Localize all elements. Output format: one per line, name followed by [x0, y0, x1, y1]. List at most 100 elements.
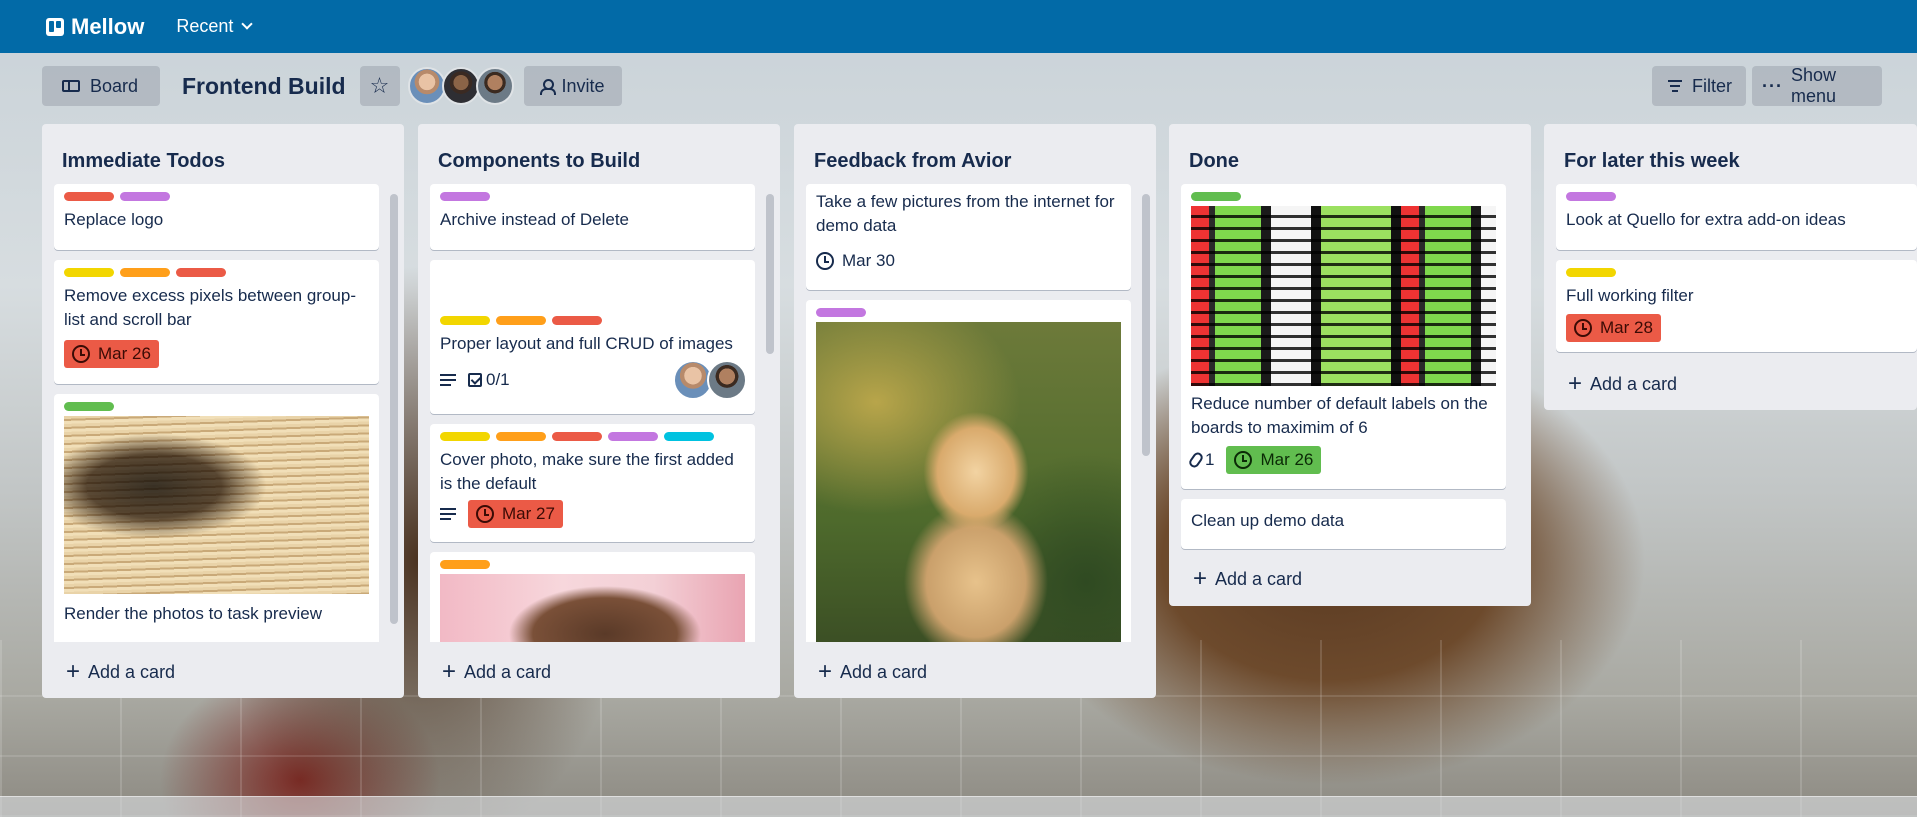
card-title: Reduce number of default labels on the b…	[1191, 394, 1488, 437]
plus-icon: +	[442, 658, 457, 685]
due-date-badge[interactable]: Mar 26	[1226, 446, 1322, 474]
card[interactable]	[430, 552, 755, 642]
add-card-button[interactable]: + Add a card	[1193, 567, 1302, 591]
filter-label: Filter	[1692, 75, 1732, 96]
top-nav: Mellow Recent	[0, 0, 1917, 53]
card-labels	[64, 192, 176, 201]
avatar[interactable]	[475, 67, 514, 105]
invite-button[interactable]: Invite	[523, 66, 622, 106]
list-components-to-build: Components to Build Archive instead of D…	[418, 124, 780, 698]
label-orange	[496, 432, 546, 441]
card-title: Render the photos to task preview	[64, 604, 322, 623]
brand-name: Mellow	[71, 13, 145, 39]
list-feedback-from-avior: Feedback from Avior Take a few pictures …	[794, 124, 1156, 698]
add-card-label: Add a card	[1215, 568, 1303, 589]
list-title[interactable]: For later this week	[1564, 150, 1740, 173]
cover-image-code	[1191, 206, 1496, 386]
card-labels	[64, 268, 232, 277]
card[interactable]: Reduce number of default labels on the b…	[1181, 184, 1506, 489]
clock-icon	[1574, 319, 1592, 337]
card[interactable]: Clean up demo data	[1181, 499, 1506, 549]
card[interactable]: Render the photos to task preview	[54, 394, 379, 642]
label-orange	[440, 560, 490, 569]
due-date-badge[interactable]: Mar 28	[1566, 314, 1661, 342]
card[interactable]: Proper layout and full CRUD of images 0/…	[430, 260, 755, 414]
due-date: Mar 30	[842, 251, 895, 270]
card-title: Cover photo, make sure the first added i…	[440, 450, 734, 493]
due-date-badge[interactable]: Mar 26	[64, 340, 159, 368]
add-card-button[interactable]: + Add a card	[442, 660, 551, 684]
board-icon	[62, 80, 80, 92]
card[interactable]: Full working filter Mar 28	[1556, 260, 1917, 352]
star-icon: ☆	[369, 73, 390, 98]
brand-logo[interactable]: Mellow	[46, 14, 144, 40]
clock-icon	[72, 345, 90, 363]
board-view-button[interactable]: Board	[42, 66, 160, 106]
filter-button[interactable]: Filter	[1652, 66, 1746, 106]
list-scrollbar[interactable]	[1142, 194, 1150, 456]
clock-icon	[1234, 451, 1253, 469]
more-icon: ···	[1762, 75, 1783, 96]
add-card-label: Add a card	[840, 661, 928, 682]
due-date-badge[interactable]: Mar 30	[816, 247, 903, 275]
card-badges: Mar 28	[1566, 314, 1661, 342]
label-yellow	[440, 432, 490, 441]
filter-icon	[1668, 79, 1682, 94]
add-card-button[interactable]: + Add a card	[818, 660, 927, 684]
show-menu-label: Show menu	[1790, 65, 1837, 106]
bottom-bar	[0, 796, 1917, 817]
card[interactable]	[806, 300, 1131, 642]
card[interactable]: Replace logo	[54, 184, 379, 250]
card-labels	[440, 316, 608, 325]
card[interactable]: Cover photo, make sure the first added i…	[430, 424, 755, 542]
card-labels	[816, 308, 872, 317]
label-sky	[664, 432, 714, 441]
recent-menu[interactable]: Recent	[176, 16, 254, 37]
avatar[interactable]	[407, 67, 446, 105]
card-title: Clean up demo data	[1191, 511, 1345, 530]
board-title[interactable]: Frontend Build	[182, 73, 346, 100]
due-date: Mar 27	[502, 504, 555, 523]
star-button[interactable]: ☆	[359, 66, 400, 106]
description-icon	[440, 373, 456, 388]
avatar[interactable]	[707, 360, 747, 400]
card-title: Replace logo	[64, 210, 164, 229]
label-green	[1191, 192, 1241, 201]
card-labels	[440, 192, 496, 201]
list-scrollbar[interactable]	[390, 194, 398, 624]
list-title[interactable]: Feedback from Avior	[814, 150, 1011, 173]
cover-image-books	[64, 416, 369, 594]
add-person-icon	[539, 79, 556, 95]
add-card-button[interactable]: + Add a card	[66, 660, 175, 684]
card[interactable]: Remove excess pixels between group-list …	[54, 260, 379, 384]
list-title[interactable]: Done	[1189, 150, 1239, 173]
card[interactable]: Take a few pictures from the internet fo…	[806, 184, 1131, 290]
list-cards: Look at Quello for extra add-on ideas Fu…	[1556, 184, 1917, 364]
card[interactable]: Look at Quello for extra add-on ideas	[1556, 184, 1917, 250]
clock-icon	[476, 505, 494, 523]
card-badges: Mar 30	[816, 247, 903, 275]
cover-image-portrait	[440, 574, 745, 642]
show-menu-button[interactable]: ··· Show menu	[1752, 65, 1882, 106]
label-yellow	[440, 316, 490, 325]
description-icon	[440, 507, 456, 522]
card-labels	[64, 402, 120, 411]
clock-icon	[816, 252, 834, 270]
attachment-count: 1	[1205, 450, 1215, 469]
label-purple	[1566, 192, 1616, 201]
list-scrollbar[interactable]	[766, 194, 774, 354]
add-card-label: Add a card	[88, 661, 176, 682]
avatar[interactable]	[441, 67, 480, 105]
list-title[interactable]: Components to Build	[438, 150, 640, 173]
due-date-badge[interactable]: Mar 27	[468, 500, 563, 528]
card-labels	[440, 432, 720, 441]
list-cards: Take a few pictures from the internet fo…	[806, 184, 1144, 642]
cover-image-dog	[816, 322, 1121, 642]
card[interactable]: Archive instead of Delete	[430, 184, 755, 250]
plus-icon: +	[818, 658, 833, 685]
card-members	[673, 360, 747, 400]
list-title[interactable]: Immediate Todos	[62, 150, 225, 173]
add-card-button[interactable]: + Add a card	[1568, 372, 1677, 396]
list-cards: Reduce number of default labels on the b…	[1181, 184, 1519, 554]
checklist-count: 0/1	[486, 370, 510, 389]
